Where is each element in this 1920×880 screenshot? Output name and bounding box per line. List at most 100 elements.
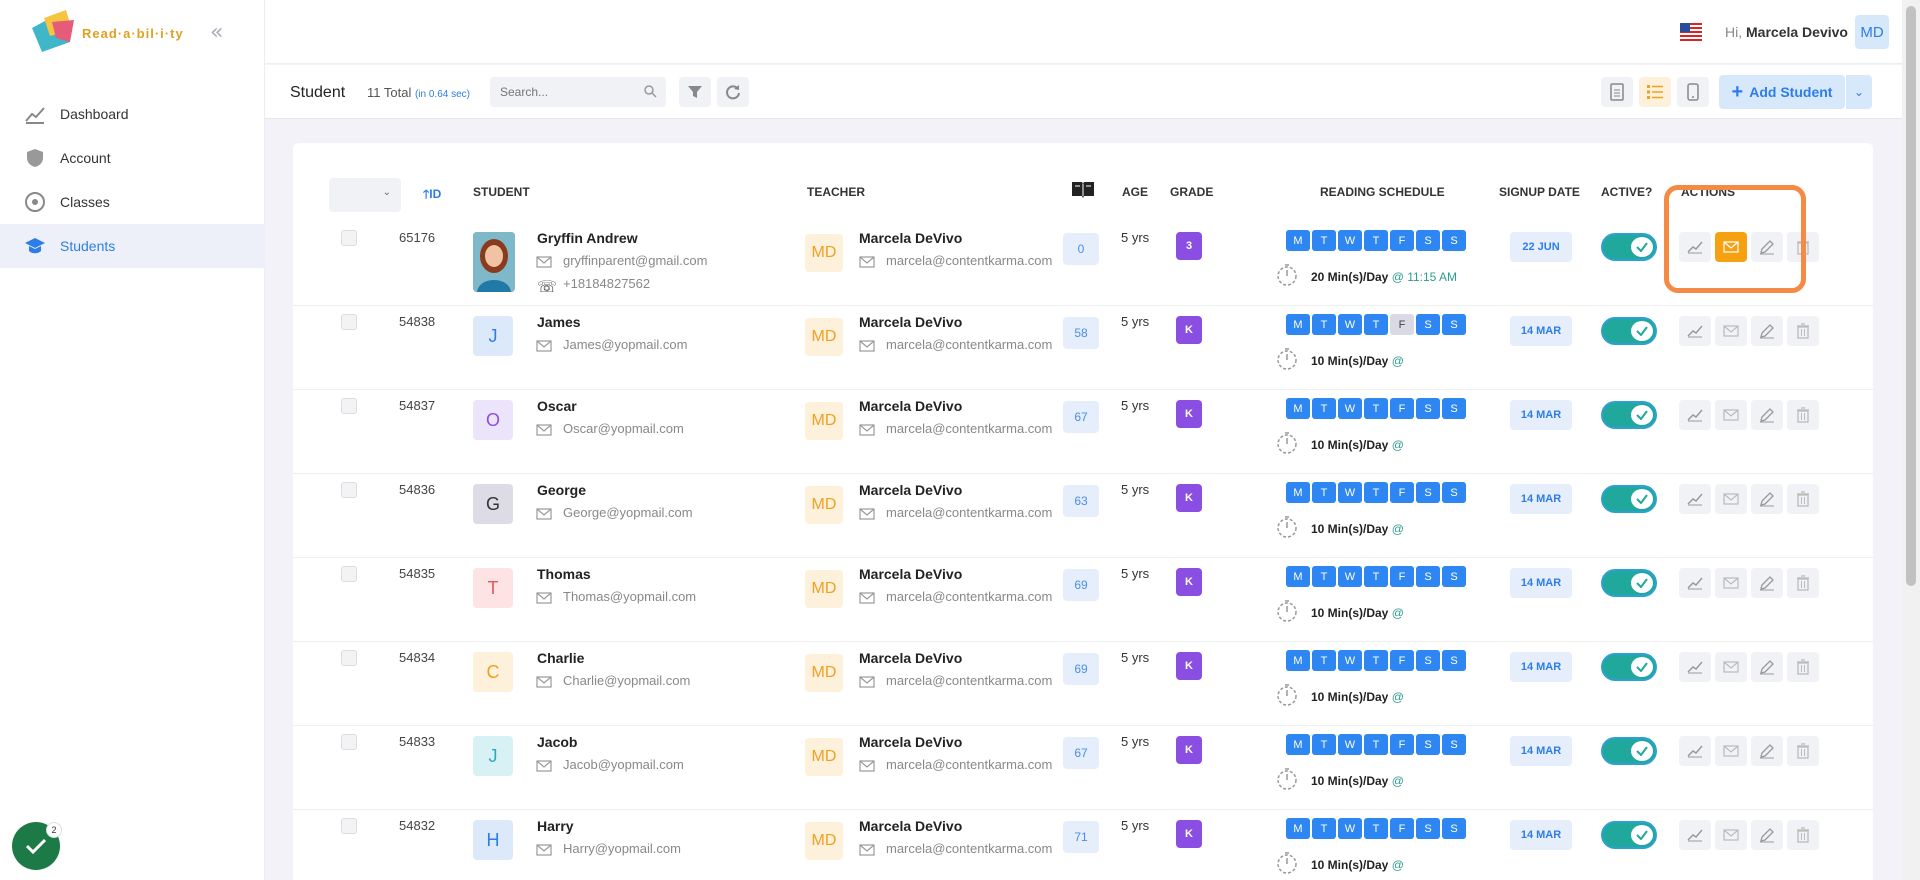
row-checkbox[interactable] xyxy=(341,230,357,246)
schedule-day[interactable]: W xyxy=(1338,650,1362,671)
schedule-day[interactable]: W xyxy=(1338,734,1362,755)
collapse-sidebar-icon[interactable]: « xyxy=(210,20,223,45)
row-checkbox[interactable] xyxy=(341,314,357,330)
email-button[interactable] xyxy=(1715,232,1747,262)
student-name[interactable]: Gryffin Andrew xyxy=(537,230,638,246)
student-name[interactable]: Charlie xyxy=(537,650,584,666)
row-checkbox[interactable] xyxy=(341,398,357,414)
active-toggle[interactable] xyxy=(1601,485,1657,513)
schedule-day[interactable]: S xyxy=(1416,566,1440,587)
schedule-day[interactable]: M xyxy=(1286,482,1310,503)
edit-button[interactable] xyxy=(1751,568,1783,598)
sidebar-item-students[interactable]: Students xyxy=(0,224,265,268)
logo[interactable]: Read·a·bil·i·ty xyxy=(28,8,183,60)
search-icon[interactable] xyxy=(643,84,657,98)
schedule-day[interactable]: S xyxy=(1442,650,1466,671)
scrollbar-thumb[interactable] xyxy=(1906,6,1916,586)
column-header-age[interactable]: AGE xyxy=(1122,185,1148,199)
report-button[interactable] xyxy=(1679,568,1711,598)
email-button[interactable] xyxy=(1715,568,1747,598)
delete-button[interactable] xyxy=(1787,736,1819,766)
schedule-day[interactable]: S xyxy=(1442,734,1466,755)
schedule-day[interactable]: F xyxy=(1390,314,1414,335)
schedule-day[interactable]: S xyxy=(1416,398,1440,419)
schedule-day[interactable]: T xyxy=(1364,734,1388,755)
schedule-day[interactable]: T xyxy=(1312,230,1336,251)
edit-button[interactable] xyxy=(1751,400,1783,430)
list-view-button[interactable] xyxy=(1639,77,1671,107)
add-student-dropdown[interactable]: ⌄ xyxy=(1846,75,1872,109)
document-view-button[interactable] xyxy=(1601,77,1633,107)
schedule-day[interactable]: W xyxy=(1338,314,1362,335)
schedule-day[interactable]: S xyxy=(1416,230,1440,251)
edit-button[interactable] xyxy=(1751,232,1783,262)
schedule-day[interactable]: T xyxy=(1312,398,1336,419)
report-button[interactable] xyxy=(1679,736,1711,766)
sidebar-item-account[interactable]: Account xyxy=(0,136,265,180)
column-header-grade[interactable]: GRADE xyxy=(1170,185,1213,199)
delete-button[interactable] xyxy=(1787,316,1819,346)
schedule-day[interactable]: S xyxy=(1416,314,1440,335)
schedule-day[interactable]: T xyxy=(1364,230,1388,251)
schedule-day[interactable]: S xyxy=(1442,398,1466,419)
schedule-day[interactable]: T xyxy=(1364,650,1388,671)
row-checkbox[interactable] xyxy=(341,482,357,498)
delete-button[interactable] xyxy=(1787,820,1819,850)
schedule-day[interactable]: S xyxy=(1442,482,1466,503)
email-button[interactable] xyxy=(1715,316,1747,346)
schedule-day[interactable]: T xyxy=(1312,482,1336,503)
schedule-day[interactable]: S xyxy=(1442,230,1466,251)
student-name[interactable]: Jacob xyxy=(537,734,577,750)
student-name[interactable]: Oscar xyxy=(537,398,577,414)
schedule-day[interactable]: W xyxy=(1338,398,1362,419)
report-button[interactable] xyxy=(1679,232,1711,262)
row-checkbox[interactable] xyxy=(341,566,357,582)
schedule-day[interactable]: S xyxy=(1442,566,1466,587)
delete-button[interactable] xyxy=(1787,484,1819,514)
email-button[interactable] xyxy=(1715,736,1747,766)
schedule-day[interactable]: T xyxy=(1312,650,1336,671)
delete-button[interactable] xyxy=(1787,400,1819,430)
schedule-day[interactable]: S xyxy=(1416,734,1440,755)
row-checkbox[interactable] xyxy=(341,734,357,750)
schedule-day[interactable]: M xyxy=(1286,230,1310,251)
schedule-day[interactable]: F xyxy=(1390,230,1414,251)
column-header-teacher[interactable]: TEACHER xyxy=(807,185,865,199)
schedule-day[interactable]: W xyxy=(1338,482,1362,503)
sidebar-item-dashboard[interactable]: Dashboard xyxy=(0,92,265,136)
report-button[interactable] xyxy=(1679,316,1711,346)
schedule-day[interactable]: T xyxy=(1364,314,1388,335)
column-header-id[interactable]: 🡑ID xyxy=(423,185,441,206)
schedule-day[interactable]: W xyxy=(1338,230,1362,251)
edit-button[interactable] xyxy=(1751,484,1783,514)
email-button[interactable] xyxy=(1715,400,1747,430)
active-toggle[interactable] xyxy=(1601,401,1657,429)
student-name[interactable]: Thomas xyxy=(537,566,591,582)
page-scrollbar[interactable] xyxy=(1902,0,1920,880)
schedule-day[interactable]: T xyxy=(1364,482,1388,503)
schedule-day[interactable]: F xyxy=(1390,482,1414,503)
active-toggle[interactable] xyxy=(1601,653,1657,681)
active-toggle[interactable] xyxy=(1601,821,1657,849)
us-flag-icon[interactable] xyxy=(1680,23,1702,41)
mobile-view-button[interactable] xyxy=(1677,77,1709,107)
schedule-day[interactable]: F xyxy=(1390,734,1414,755)
schedule-day[interactable]: M xyxy=(1286,314,1310,335)
schedule-day[interactable]: T xyxy=(1364,398,1388,419)
edit-button[interactable] xyxy=(1751,820,1783,850)
schedule-day[interactable]: W xyxy=(1338,566,1362,587)
delete-button[interactable] xyxy=(1787,568,1819,598)
row-checkbox[interactable] xyxy=(341,818,357,834)
report-button[interactable] xyxy=(1679,484,1711,514)
schedule-day[interactable]: F xyxy=(1390,650,1414,671)
schedule-day[interactable]: T xyxy=(1364,818,1388,839)
schedule-day[interactable]: S xyxy=(1416,650,1440,671)
schedule-day[interactable]: F xyxy=(1390,398,1414,419)
edit-button[interactable] xyxy=(1751,652,1783,682)
schedule-day[interactable]: T xyxy=(1312,734,1336,755)
schedule-day[interactable]: T xyxy=(1312,566,1336,587)
bulk-select-dropdown[interactable]: ⌄ xyxy=(329,178,401,212)
active-toggle[interactable] xyxy=(1601,737,1657,765)
filter-button[interactable] xyxy=(679,77,711,107)
row-checkbox[interactable] xyxy=(341,650,357,666)
